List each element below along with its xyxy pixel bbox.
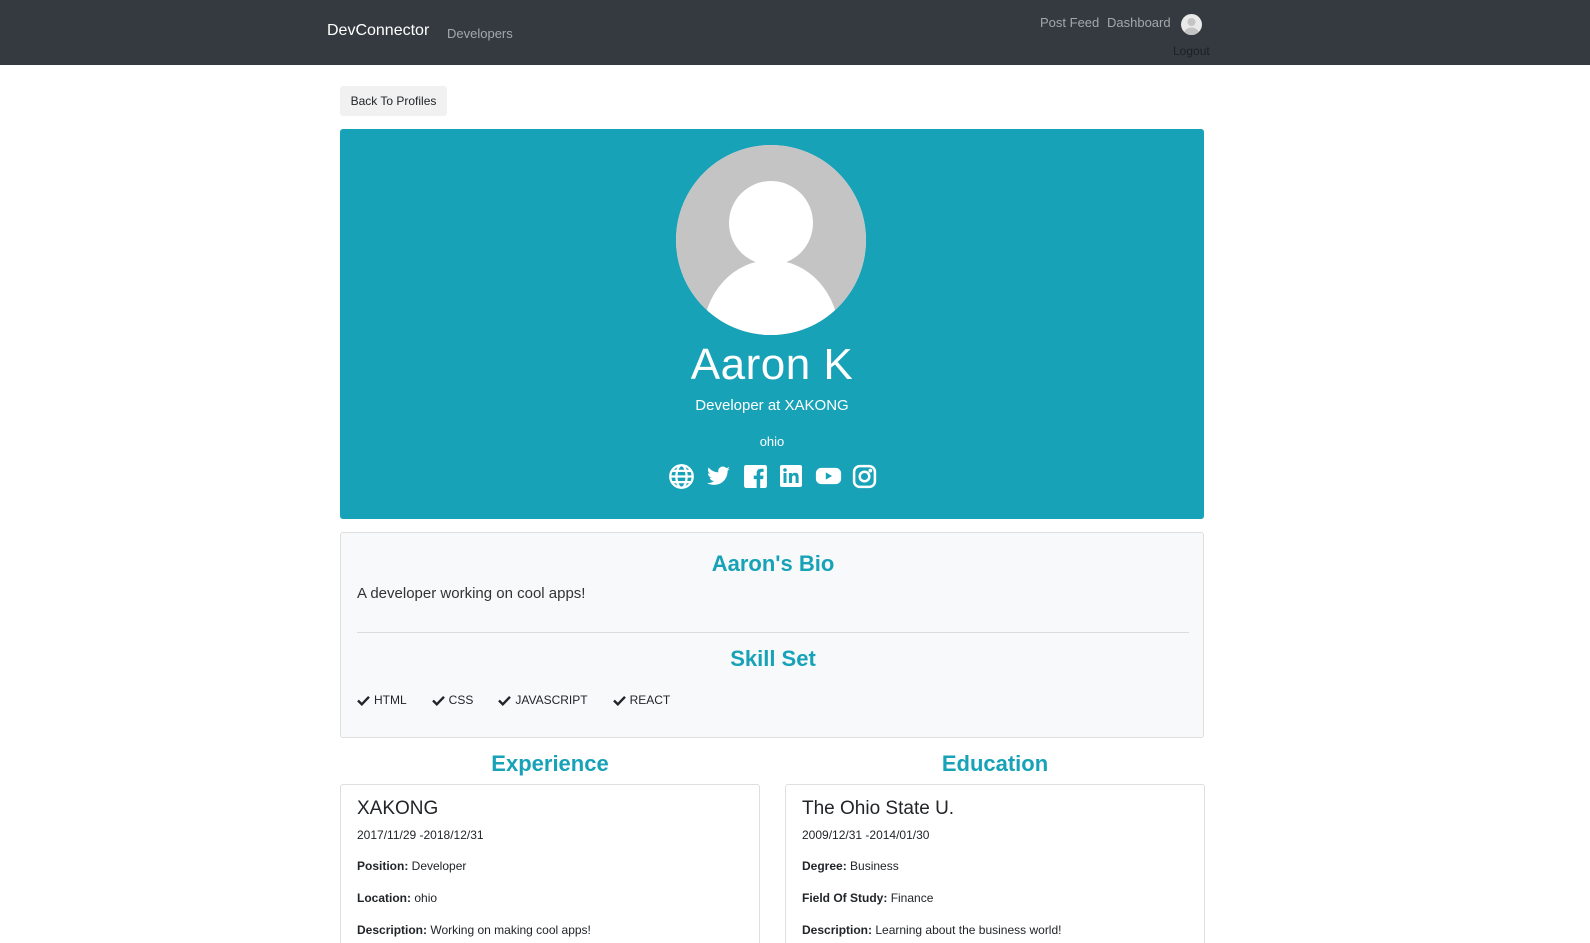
skill-item: REACT (612, 693, 671, 707)
education-dates: 2009/12/31 -2014/01/30 (802, 828, 930, 842)
experience-dates: 2017/11/29 -2018/12/31 (357, 828, 484, 842)
check-icon (612, 695, 626, 706)
back-to-profiles-button[interactable]: Back To Profiles (340, 86, 447, 116)
check-icon (431, 695, 445, 706)
education-description: Description: Learning about the business… (802, 923, 1062, 937)
experience-card: XAKONG 2017/11/29 -2018/12/31 Position: … (340, 784, 760, 943)
brand-link[interactable]: DevConnector (327, 22, 429, 40)
facebook-icon[interactable] (742, 463, 768, 490)
instagram-icon[interactable] (852, 463, 878, 490)
navbar: DevConnector Developers Post Feed Dashbo… (0, 0, 1590, 65)
experience-location: Location: ohio (357, 891, 438, 905)
education-title: Education (941, 751, 1049, 776)
profile-avatar (676, 145, 866, 335)
check-icon (357, 695, 370, 706)
skill-label: REACT (629, 693, 671, 707)
bio-title: Aaron's Bio (711, 551, 835, 576)
skill-item: JAVASCRIPT (498, 693, 588, 707)
user-avatar-icon[interactable] (1181, 14, 1202, 35)
linkedin-icon[interactable] (778, 463, 804, 490)
education-card: The Ohio State U. 2009/12/31 -2014/01/30… (785, 784, 1205, 943)
nav-post-feed-link[interactable]: Post Feed (1040, 15, 1099, 30)
education-field: Field Of Study: Finance (802, 891, 934, 905)
profile-status: Developer at XAKONG (695, 397, 849, 414)
nav-dashboard-link[interactable]: Dashboard (1107, 15, 1171, 30)
youtube-icon[interactable] (815, 463, 842, 490)
experience-position: Position: Developer (357, 859, 467, 873)
nav-logout-link[interactable]: Logout (1173, 44, 1210, 58)
experience-company: XAKONG (357, 798, 439, 819)
experience-title: Experience (491, 751, 609, 776)
education-degree: Degree: Business (802, 859, 899, 873)
social-links (668, 461, 878, 491)
divider (357, 632, 1189, 633)
experience-description: Description: Working on making cool apps… (357, 923, 591, 937)
twitter-icon[interactable] (705, 463, 732, 490)
bio-skills-card: Aaron's Bio A developer working on cool … (340, 532, 1204, 738)
profile-location: ohio (759, 434, 785, 449)
skill-label: CSS (448, 693, 474, 707)
skill-item: CSS (431, 693, 474, 707)
bio-text: A developer working on cool apps! (357, 585, 586, 602)
profile-header-card: Aaron K Developer at XAKONG ohio (340, 129, 1204, 519)
skills-title: Skill Set (730, 646, 816, 671)
profile-name: Aaron K (690, 340, 854, 389)
check-icon (498, 695, 512, 706)
skills-list: HTML CSS JAVASCRIPT REACT (357, 693, 670, 707)
education-school: The Ohio State U. (802, 798, 955, 819)
skill-item: HTML (357, 693, 407, 707)
globe-icon[interactable] (668, 463, 695, 490)
nav-developers-link[interactable]: Developers (447, 26, 513, 41)
skill-label: JAVASCRIPT (515, 693, 588, 707)
skill-label: HTML (374, 693, 407, 707)
